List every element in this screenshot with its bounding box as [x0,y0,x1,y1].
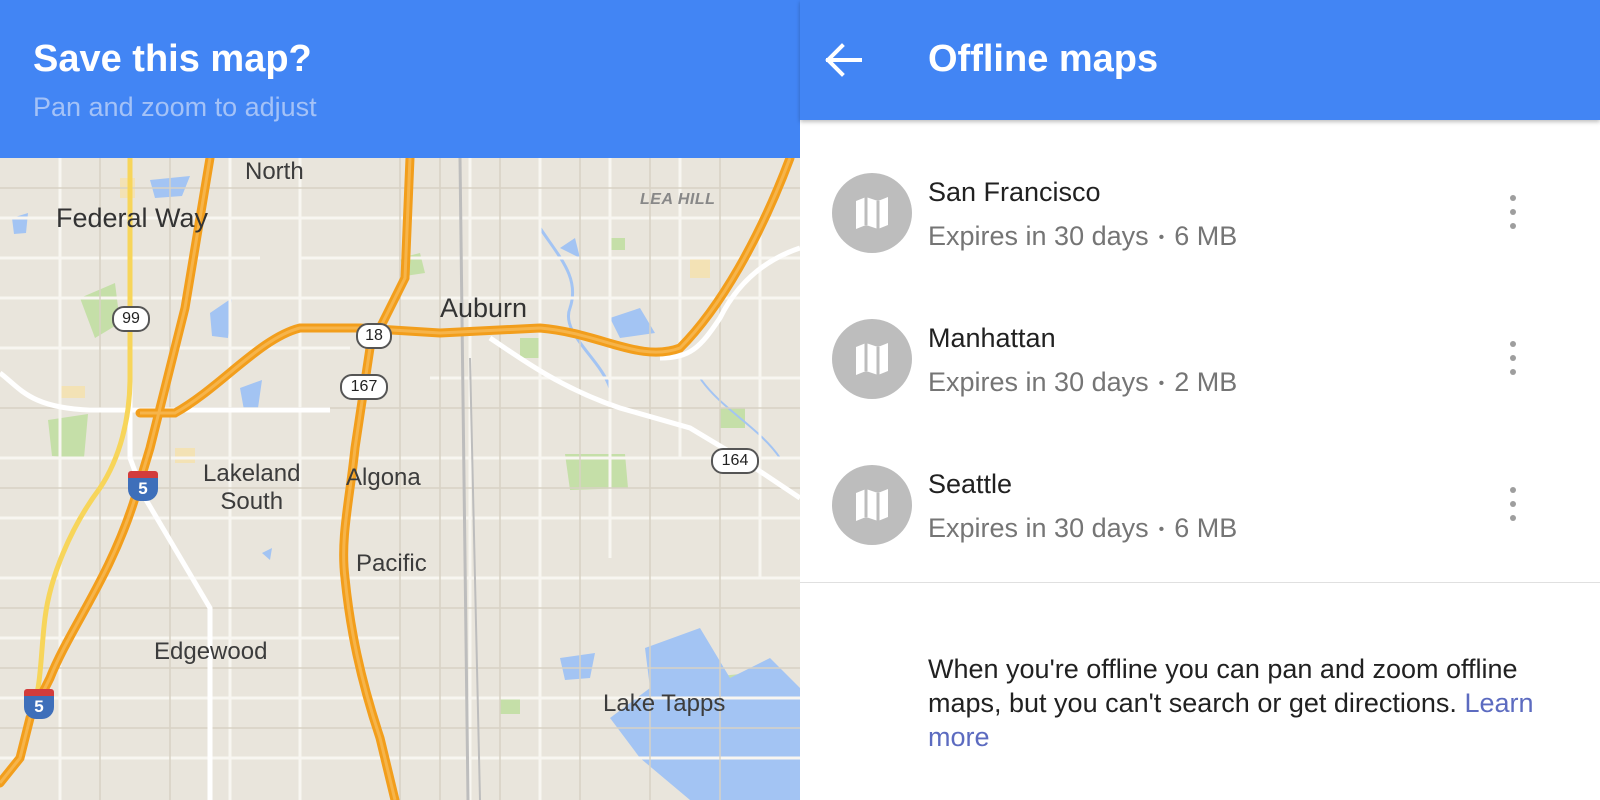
map-label-lakeland-south: Lakeland South [203,460,301,515]
offline-map-item[interactable]: San Francisco Expires in 30 days • 6 MB [800,139,1600,285]
offline-map-name: Manhattan [928,323,1056,353]
map-size: 2 MB [1174,367,1238,397]
more-options-button[interactable] [1490,335,1536,381]
save-map-subtitle: Pan and zoom to adjust [33,92,317,122]
map-icon [832,173,912,253]
page-title: Offline maps [928,38,1159,80]
offline-map-item[interactable]: Seattle Expires in 30 days • 6 MB [800,431,1600,577]
map-label-lake-tapps: Lake Tapps [603,690,726,717]
map-label-north: North [245,158,304,185]
map-label-edgewood: Edgewood [154,638,268,665]
map-label-lea-hill: LEA HILL [640,191,716,208]
interstate-5-number: 5 [128,478,158,501]
offline-map-details: Expires in 30 days • 6 MB [928,221,1237,252]
back-button[interactable] [820,32,880,88]
map-view[interactable]: North Federal Way LEA HILL Auburn Lakela… [0,158,800,800]
interstate-5-number-south: 5 [24,696,54,719]
offline-maps-header: Offline maps [800,0,1600,120]
save-map-pane: Save this map? Pan and zoom to adjust No… [0,0,800,800]
route-99-shield: 99 [112,306,150,332]
offline-map-details: Expires in 30 days • 2 MB [928,367,1237,398]
offline-map-details: Expires in 30 days • 6 MB [928,513,1237,544]
interstate-5-shield-south: 5 [24,689,54,719]
offline-maps-pane: Offline maps San Francisco Expires in 30… [800,0,1600,800]
save-map-title: Save this map? [33,38,312,80]
route-18-shield: 18 [356,323,392,349]
back-arrow-icon [825,43,862,77]
route-164-shield: 164 [711,448,759,474]
offline-map-item[interactable]: Manhattan Expires in 30 days • 2 MB [800,285,1600,431]
map-icon [832,465,912,545]
more-options-button[interactable] [1490,189,1536,235]
separator-dot: • [1158,374,1165,392]
separator-dot: • [1158,228,1165,246]
map-label-pacific: Pacific [356,550,427,577]
separator-dot: • [1158,520,1165,538]
divider [800,582,1600,583]
map-icon [832,319,912,399]
map-size: 6 MB [1174,221,1238,251]
map-size: 6 MB [1174,513,1238,543]
expiry-text: Expires in 30 days [928,221,1149,251]
route-167-shield: 167 [340,374,388,400]
offline-map-name: Seattle [928,469,1013,499]
expiry-text: Expires in 30 days [928,367,1149,397]
offline-info-message: When you're offline you can pan and zoom… [928,654,1518,718]
map-label-federal-way: Federal Way [56,203,209,233]
map-label-auburn: Auburn [440,293,528,323]
save-map-header: Save this map? Pan and zoom to adjust [0,0,800,158]
offline-maps-list: San Francisco Expires in 30 days • 6 MB Ma… [800,139,1600,577]
expiry-text: Expires in 30 days [928,513,1149,543]
more-options-button[interactable] [1490,481,1536,527]
interstate-5-shield: 5 [128,471,158,501]
map-label-algona: Algona [346,464,421,491]
offline-map-name: San Francisco [928,177,1101,207]
offline-info-text: When you're offline you can pan and zoom… [928,652,1548,754]
